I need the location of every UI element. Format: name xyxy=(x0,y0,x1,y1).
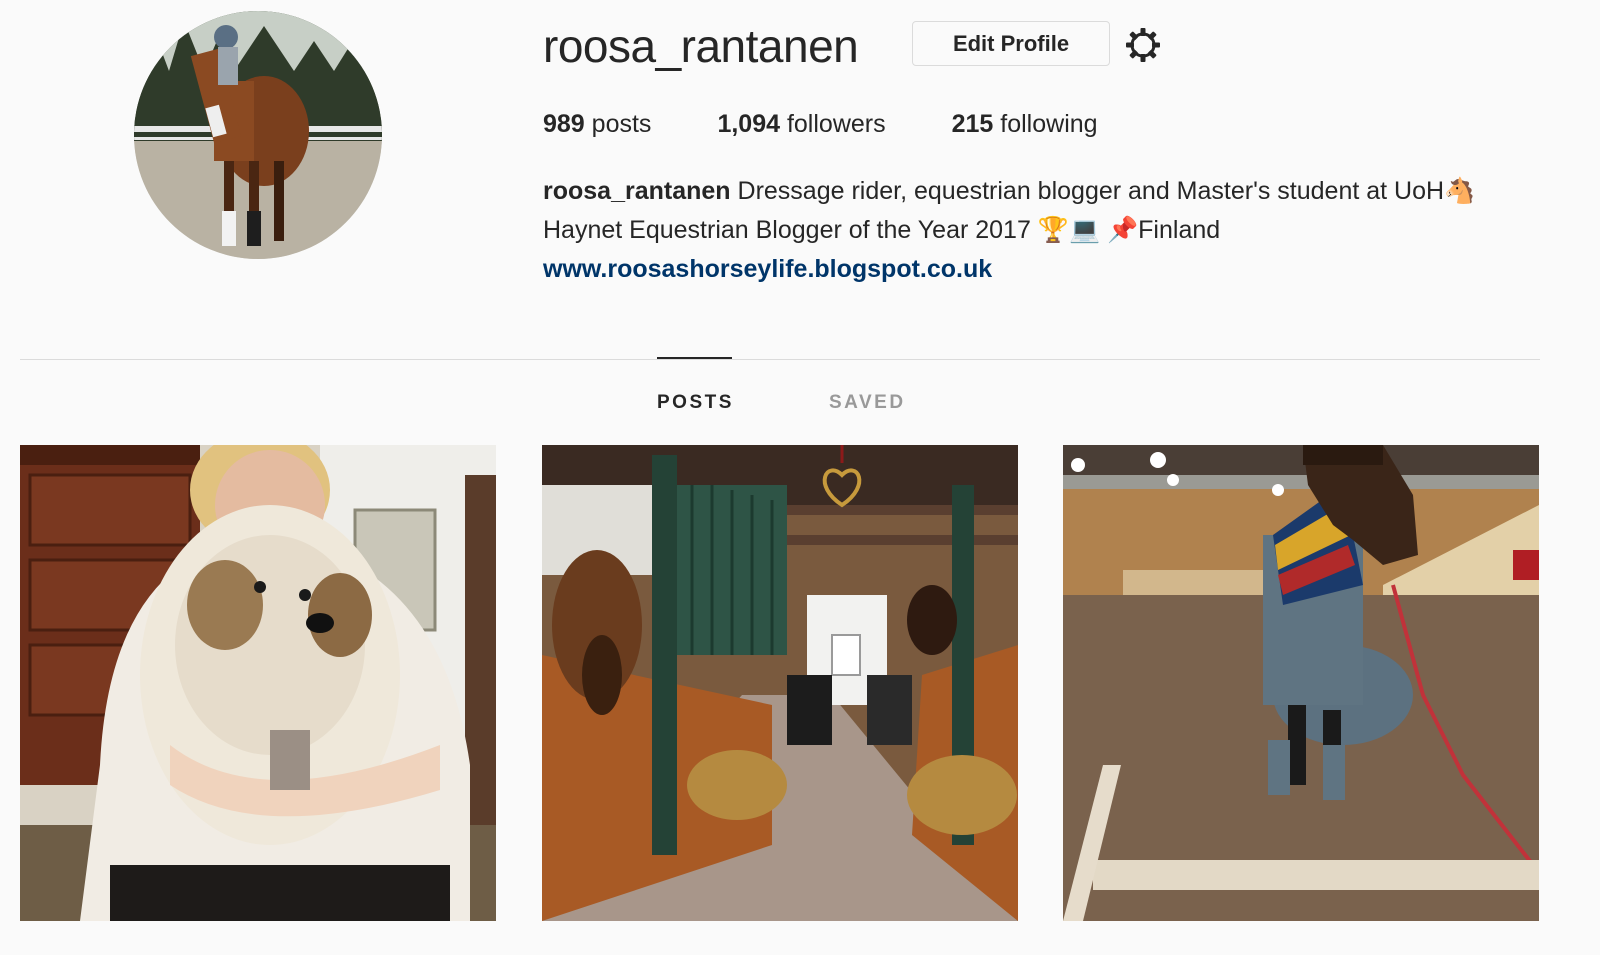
bio-emojis: 🏆💻 📌 xyxy=(1037,216,1139,244)
edit-profile-button[interactable]: Edit Profile xyxy=(912,21,1110,66)
following-label: following xyxy=(1000,110,1098,138)
posts-stat: 989 posts xyxy=(543,106,651,142)
profile-stats: 989 posts 1,094 followers 215 following xyxy=(543,106,1164,142)
bio-line-2: Haynet Equestrian Blogger of the Year 20… xyxy=(543,211,1543,250)
profile-avatar[interactable] xyxy=(134,11,382,259)
tabs-divider xyxy=(20,359,1540,360)
posts-label: posts xyxy=(591,110,652,138)
posts-count: 989 xyxy=(543,110,585,138)
horse-emoji: 🐴 xyxy=(1444,177,1476,205)
tab-saved[interactable]: SAVED xyxy=(829,390,906,416)
followers-stat[interactable]: 1,094 followers xyxy=(717,106,885,142)
following-stat[interactable]: 215 following xyxy=(952,106,1098,142)
post-thumbnail[interactable] xyxy=(20,445,496,921)
followers-count: 1,094 xyxy=(717,110,780,138)
post-thumbnail[interactable] xyxy=(542,445,1018,921)
active-tab-indicator xyxy=(657,357,732,359)
post-thumbnail[interactable] xyxy=(1063,445,1539,921)
bio-description: Dressage rider, equestrian blogger and M… xyxy=(737,177,1445,205)
profile-username: roosa_rantanen xyxy=(543,20,859,72)
bio-award: Haynet Equestrian Blogger of the Year 20… xyxy=(543,216,1031,244)
bio-line-1: roosa_rantanen Dressage rider, equestria… xyxy=(543,172,1543,211)
bio-location: Finland xyxy=(1138,216,1221,244)
bio-line-3: www.roosashorseylife.blogspot.co.uk xyxy=(543,250,1543,289)
gear-icon[interactable] xyxy=(1124,26,1162,64)
profile-bio: roosa_rantanen Dressage rider, equestria… xyxy=(543,172,1543,289)
followers-label: followers xyxy=(786,110,886,138)
bio-name: roosa_rantanen xyxy=(543,177,731,205)
tab-posts[interactable]: POSTS xyxy=(657,390,734,416)
following-count: 215 xyxy=(951,110,994,138)
bio-website-link[interactable]: www.roosashorseylife.blogspot.co.uk xyxy=(543,255,992,283)
